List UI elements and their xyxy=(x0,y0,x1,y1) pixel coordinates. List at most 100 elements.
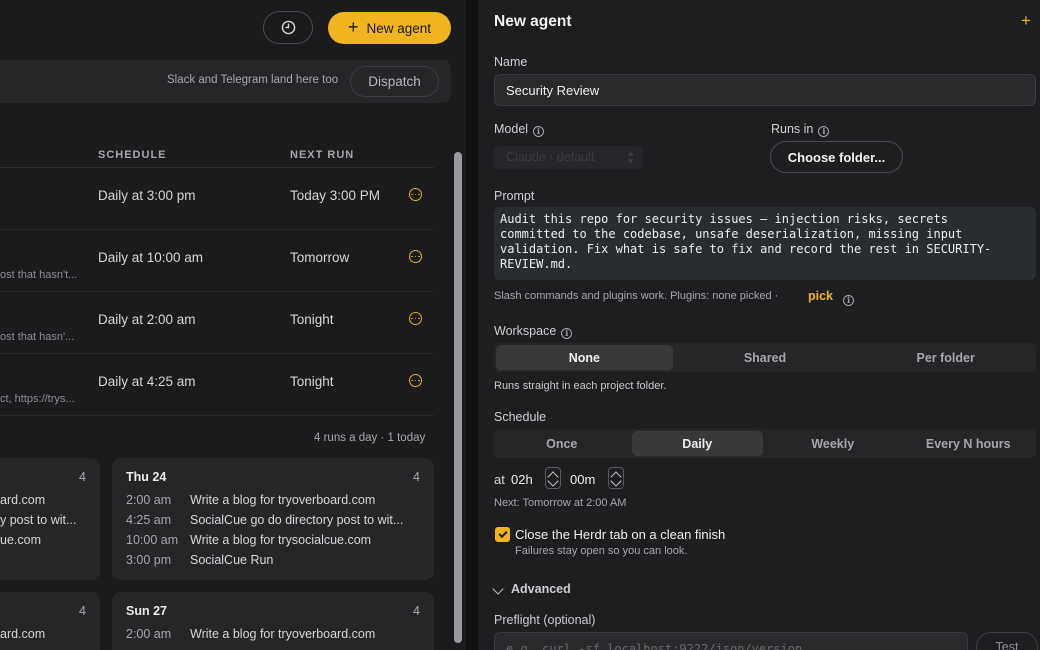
info-icon[interactable]: i xyxy=(533,125,545,137)
minutes-stepper[interactable] xyxy=(608,467,624,489)
clock-icon xyxy=(281,20,295,35)
schedule-label: Schedule xyxy=(494,410,547,424)
row-description: ct, https://trys... xyxy=(0,393,75,405)
card-count: 4 xyxy=(413,470,420,484)
row-schedule: Daily at 4:25 am xyxy=(98,374,196,389)
card-count: 4 xyxy=(79,604,86,618)
next-run-column-header: NEXT RUN xyxy=(290,149,355,161)
workspace-hint: Runs straight in each project folder. xyxy=(494,380,667,392)
row-next-run: Tonight xyxy=(290,374,334,389)
table-row[interactable]: Daily at 3:00 pm Today 3:00 PM xyxy=(0,168,434,230)
scrollbar-thumb[interactable] xyxy=(454,152,462,643)
close-tab-label[interactable]: Close the Herdr tab on a clean finish xyxy=(515,527,725,542)
schedule-option-once[interactable]: Once xyxy=(496,431,628,456)
more-options-icon[interactable] xyxy=(409,312,422,325)
more-options-icon[interactable] xyxy=(409,374,422,387)
dispatch-note: Slack and Telegram land here too xyxy=(167,74,339,86)
pick-plugins-link[interactable]: pick xyxy=(808,289,833,303)
history-button[interactable] xyxy=(263,11,313,44)
card-entry: Write a blog for trysocialcue.com xyxy=(190,533,372,547)
table-row[interactable]: ost that hasn't... Daily at 10:00 am Tom… xyxy=(0,230,434,292)
more-options-icon[interactable] xyxy=(409,250,422,263)
calendar-card-thu-24[interactable]: Thu 24 4 2:00 am Write a blog for tryove… xyxy=(112,458,434,580)
preflight-input[interactable]: e.g. curl -sf localhost:9222/json/versio… xyxy=(494,632,968,650)
card-time: 10:00 am xyxy=(126,533,179,547)
card-count: 4 xyxy=(79,470,86,484)
hours-stepper[interactable] xyxy=(545,467,561,489)
card-day: Sun 27 xyxy=(126,604,167,618)
row-next-run: Tomorrow xyxy=(290,250,350,265)
calendar-card[interactable]: 4 ard.com y post to wit... ue.com xyxy=(0,458,100,580)
row-schedule: Daily at 10:00 am xyxy=(98,250,204,265)
calendar-card[interactable]: 4 ard.com xyxy=(0,592,100,650)
choose-folder-button[interactable]: Choose folder... xyxy=(770,141,903,173)
card-entry: ue.com xyxy=(0,533,41,547)
card-time: 4:25 am xyxy=(126,513,172,527)
schedule-option-every-n-hours[interactable]: Every N hours xyxy=(903,431,1035,456)
advanced-toggle[interactable]: Advanced xyxy=(511,582,571,596)
runs-summary: 4 runs a day · 1 today xyxy=(314,432,426,444)
new-agent-panel: New agent + Name Security Review Model i … xyxy=(478,0,1040,650)
chevron-down-icon[interactable] xyxy=(492,583,504,595)
prompt-label: Prompt xyxy=(494,189,535,203)
schedule-option-weekly[interactable]: Weekly xyxy=(767,431,899,456)
schedule-column-header: SCHEDULE xyxy=(98,149,167,161)
checkmark-icon xyxy=(497,528,508,539)
preflight-label: Preflight (optional) xyxy=(494,613,596,627)
new-agent-label: New agent xyxy=(366,20,432,36)
name-field[interactable]: Security Review xyxy=(494,74,1036,106)
minutes-value[interactable]: 00m xyxy=(570,472,595,487)
row-description: ost that hasn'... xyxy=(0,331,75,343)
schedule-segmented-control: Once Daily Weekly Every N hours xyxy=(494,429,1036,458)
card-time: 2:00 am xyxy=(126,627,172,641)
schedule-option-daily[interactable]: Daily xyxy=(631,431,763,456)
card-entry: y post to wit... xyxy=(0,513,77,527)
table-row[interactable]: ost that hasn'... Daily at 2:00 am Tonig… xyxy=(0,292,434,354)
calendar-card-sun-27[interactable]: Sun 27 4 2:00 am Write a blog for tryove… xyxy=(112,592,434,650)
test-button[interactable]: Test xyxy=(976,632,1038,650)
next-run-note: Next: Tomorrow at 2:00 AM xyxy=(494,497,627,509)
model-select[interactable]: Claude · default ▲ ▼ xyxy=(494,146,643,169)
agents-list-pane: + New agent Slack and Telegram land here… xyxy=(0,0,466,650)
row-next-run: Today 3:00 PM xyxy=(290,188,381,203)
workspace-label: Workspace i xyxy=(494,324,573,339)
card-entry: SocialCue Run xyxy=(190,553,274,567)
pane-divider[interactable] xyxy=(466,0,478,650)
prompt-hint: Slash commands and plugins work. Plugins… xyxy=(494,290,779,302)
more-options-icon[interactable] xyxy=(409,188,422,201)
model-label: Model i xyxy=(494,122,545,137)
runs-in-label: Runs in i xyxy=(771,122,830,137)
card-time: 2:00 am xyxy=(126,493,172,507)
close-tab-subtext: Failures stay open so you can look. xyxy=(515,545,688,557)
hours-value[interactable]: 02h xyxy=(511,472,533,487)
card-entry: Write a blog for tryoverboard.com xyxy=(190,627,376,641)
plus-icon: + xyxy=(347,17,359,37)
card-entry: ard.com xyxy=(0,493,46,507)
card-entry: ard.com xyxy=(0,627,46,641)
prompt-textarea[interactable]: Audit this repo for security issues — in… xyxy=(494,207,1036,280)
new-agent-button[interactable]: + New agent xyxy=(328,12,451,44)
card-entry: Write a blog for tryoverboard.com xyxy=(190,493,376,507)
card-count: 4 xyxy=(413,604,420,618)
card-entry: SocialCue go do directory post to wit... xyxy=(190,513,404,527)
plus-icon[interactable]: + xyxy=(1021,11,1031,31)
workspace-option-none[interactable]: None xyxy=(496,345,673,370)
info-icon[interactable]: i xyxy=(561,327,573,339)
chevron-updown-icon: ▲ ▼ xyxy=(626,148,635,166)
close-tab-checkbox[interactable] xyxy=(495,527,510,542)
row-next-run: Tonight xyxy=(290,312,334,327)
row-description: ost that hasn't... xyxy=(0,269,78,281)
workspace-option-per-folder[interactable]: Per folder xyxy=(857,345,1034,370)
at-label: at xyxy=(494,472,505,487)
card-time: 3:00 pm xyxy=(126,553,172,567)
card-day: Thu 24 xyxy=(126,470,167,484)
panel-title: New agent xyxy=(494,13,572,30)
row-schedule: Daily at 3:00 pm xyxy=(98,188,196,203)
dispatch-button[interactable]: Dispatch xyxy=(350,66,439,97)
info-icon[interactable]: i xyxy=(843,290,854,306)
name-label: Name xyxy=(494,55,528,69)
workspace-segmented-control: None Shared Per folder xyxy=(494,343,1036,372)
workspace-option-shared[interactable]: Shared xyxy=(677,345,854,370)
info-icon[interactable]: i xyxy=(818,125,830,137)
table-row[interactable]: ct, https://trys... Daily at 4:25 am Ton… xyxy=(0,354,434,416)
